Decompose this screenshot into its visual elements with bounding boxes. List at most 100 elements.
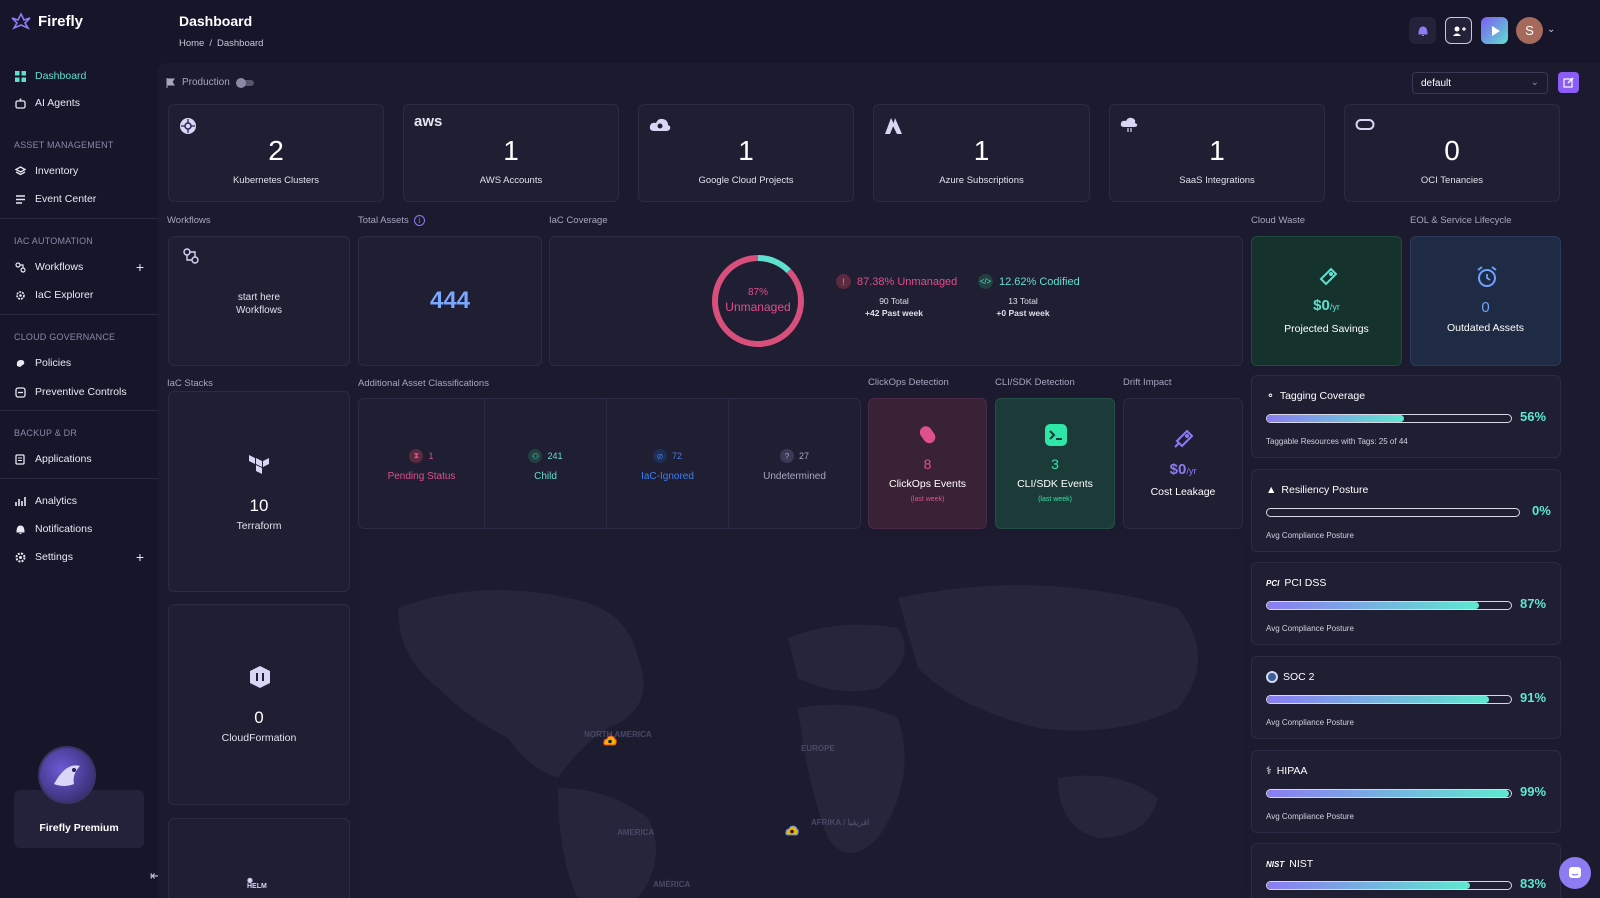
summary-card-saas[interactable]: 1 SaaS Integrations <box>1109 104 1325 202</box>
sidebar-item-preventive-controls[interactable]: Preventive Controls <box>14 386 144 398</box>
chat-button[interactable] <box>1559 857 1591 889</box>
compliance-title: ⚕ HIPAA <box>1266 765 1307 777</box>
compliance-card-hipaa[interactable]: ⚕ HIPAA 99% Avg Compliance Posture <box>1251 750 1561 833</box>
summary-card-kubernetes[interactable]: 2 Kubernetes Clusters <box>168 104 384 202</box>
sidebar-item-notifications[interactable]: Notifications <box>14 523 144 535</box>
cost-leakage-label: Cost Leakage <box>1150 486 1216 498</box>
sidebar-item-event-center[interactable]: Event Center <box>14 193 144 205</box>
codified-total: 13 Total <box>1008 296 1038 306</box>
drift-impact-card[interactable]: $0/yr Cost Leakage <box>1123 398 1243 529</box>
sidebar-item-inventory[interactable]: Inventory <box>14 165 144 177</box>
compliance-title-text: HIPAA <box>1276 765 1308 777</box>
brand[interactable]: Firefly <box>10 12 83 30</box>
clickops-value: 8 <box>923 456 932 472</box>
play-button[interactable] <box>1481 17 1508 44</box>
compliance-card-tagging[interactable]: ⚬ Tagging Coverage 56% Taggable Resources… <box>1251 375 1561 458</box>
cloud-icon <box>649 117 671 136</box>
section-label: Drift Impact <box>1123 377 1172 388</box>
summary-card-oci[interactable]: 0 OCI Tenancies <box>1344 104 1560 202</box>
cloudformation-card[interactable]: 0 CloudFormation <box>168 604 350 805</box>
clisdk-card[interactable]: 3 CLI/SDK Events (last week) <box>995 398 1115 529</box>
section-label: ClickOps Detection <box>868 377 949 388</box>
classification-pending[interactable]: ⧗ 1 Pending Status <box>359 399 485 528</box>
cloud-waste-card[interactable]: $0/yr Projected Savings <box>1251 236 1402 366</box>
summary-label: Azure Subscriptions <box>939 175 1024 186</box>
sidebar-item-workflows[interactable]: Workflows + <box>14 259 144 275</box>
classification-label: Undetermined <box>763 471 826 482</box>
sidebar-item-iac-explorer[interactable]: IaC Explorer <box>14 289 144 301</box>
iac-coverage-card[interactable]: 87% Unmanaged ! 87.38% Unmanaged 90 Tota… <box>549 236 1243 366</box>
cloudformation-label: CloudFormation <box>221 732 297 744</box>
gcp-location-icon[interactable] <box>603 735 617 749</box>
compliance-card-soc2[interactable]: SOC 2 91% Avg Compliance Posture <box>1251 656 1561 739</box>
environment-toggle[interactable]: Production <box>166 77 254 88</box>
layers-icon <box>14 165 26 177</box>
compliance-card-pci[interactable]: PCI PCI DSS 87% Avg Compliance Posture <box>1251 562 1561 645</box>
view-select[interactable]: default ⌄ <box>1412 72 1548 94</box>
summary-card-aws[interactable]: aws 1 AWS Accounts <box>403 104 619 202</box>
unmanaged-detail: 90 Total +42 Past week <box>844 295 944 319</box>
codified-label: 12.62% Codified <box>999 275 1080 288</box>
classification-iac-ignored[interactable]: ⊘ 72 IaC-Ignored <box>607 399 729 528</box>
gcp-location-icon[interactable] <box>785 825 799 839</box>
notifications-button[interactable] <box>1409 17 1436 44</box>
map-label: AFRIKA / افريقيا <box>811 818 870 827</box>
edit-dashboard-button[interactable] <box>1558 72 1579 93</box>
summary-card-gcp[interactable]: 1 Google Cloud Projects <box>638 104 854 202</box>
pci-icon: PCI <box>1266 578 1280 588</box>
sidebar-item-label: IaC Explorer <box>35 289 94 301</box>
soc-icon <box>1266 671 1278 683</box>
compliance-title: ▲ Resiliency Posture <box>1266 484 1368 496</box>
compliance-title-text: PCI DSS <box>1284 577 1327 589</box>
sidebar-item-dashboard[interactable]: Dashboard <box>14 70 144 82</box>
total-assets-card[interactable]: 444 <box>358 236 542 366</box>
unmanaged-label: 87.38% Unmanaged <box>857 275 958 288</box>
toggle-switch[interactable] <box>235 77 254 88</box>
helm-card[interactable]: ✺ HELM <box>168 818 350 898</box>
sidebar-item-analytics[interactable]: Analytics <box>14 495 144 507</box>
gear-icon <box>14 289 26 301</box>
nist-icon: NIST <box>1266 859 1285 869</box>
classification-child[interactable]: ⚇ 241 Child <box>485 399 607 528</box>
classifications-card: ⧗ 1 Pending Status ⚇ 241 Child ⊘ 72 IaC-… <box>358 398 861 529</box>
classification-undetermined[interactable]: ? 27 Undetermined <box>729 399 860 528</box>
shield-icon: ▲ <box>1266 484 1277 496</box>
compliance-title: ⚬ Tagging Coverage <box>1266 390 1365 402</box>
chevron-down-icon: ⌄ <box>1530 77 1539 88</box>
invite-user-button[interactable] <box>1445 17 1472 44</box>
terraform-card[interactable]: 10 Terraform <box>168 391 350 592</box>
chevron-down-icon[interactable]: ⌄ <box>1547 24 1555 35</box>
section-label: Workflows <box>167 215 211 226</box>
compliance-card-nist[interactable]: NIST NIST 83% <box>1251 843 1561 898</box>
eol-card[interactable]: 0 Outdated Assets <box>1410 236 1561 366</box>
summary-value: 0 <box>1444 135 1460 166</box>
play-icon <box>1491 25 1500 36</box>
workflows-card[interactable]: start here Workflows <box>168 236 350 366</box>
breadcrumb-current: Dashboard <box>216 38 264 49</box>
sidebar-item-applications[interactable]: Applications <box>14 453 144 465</box>
compliance-card-resiliency[interactable]: ▲ Resiliency Posture 0% Avg Compliance Po… <box>1251 469 1561 552</box>
clickops-card[interactable]: 8 ClickOps Events (last week) <box>868 398 987 529</box>
compliance-title-text: Tagging Coverage <box>1279 390 1366 402</box>
sidebar-item-label: AI Agents <box>35 97 80 109</box>
savings-unit: /yr <box>1329 302 1340 312</box>
sidebar-item-label: Preventive Controls <box>35 386 127 398</box>
sidebar-item-label: Policies <box>35 357 72 369</box>
projected-savings-value: $0/yr <box>1252 297 1401 314</box>
compliance-bar-fill <box>1267 602 1480 609</box>
asset-world-map[interactable]: NORTH AMERICA EUROPE AFRIKA / افريقيا AM… <box>358 538 1244 898</box>
policy-icon <box>14 357 26 369</box>
compliance-title: SOC 2 <box>1266 671 1315 683</box>
sidebar-item-policies[interactable]: Policies <box>14 357 144 369</box>
breadcrumb-home[interactable]: Home <box>179 38 204 49</box>
summary-label: SaaS Integrations <box>1179 175 1255 186</box>
summary-card-azure[interactable]: 1 Azure Subscriptions <box>873 104 1090 202</box>
plus-icon[interactable]: + <box>136 259 144 275</box>
sidebar-item-settings[interactable]: Settings + <box>14 549 144 565</box>
avatar[interactable]: S <box>1516 17 1543 44</box>
sidebar-item-ai-agents[interactable]: AI Agents <box>14 97 144 109</box>
plus-icon[interactable]: + <box>136 549 144 565</box>
info-icon[interactable]: i <box>413 215 425 226</box>
clisdk-value: 3 <box>1051 456 1059 472</box>
classification-count-value: 27 <box>798 451 809 461</box>
